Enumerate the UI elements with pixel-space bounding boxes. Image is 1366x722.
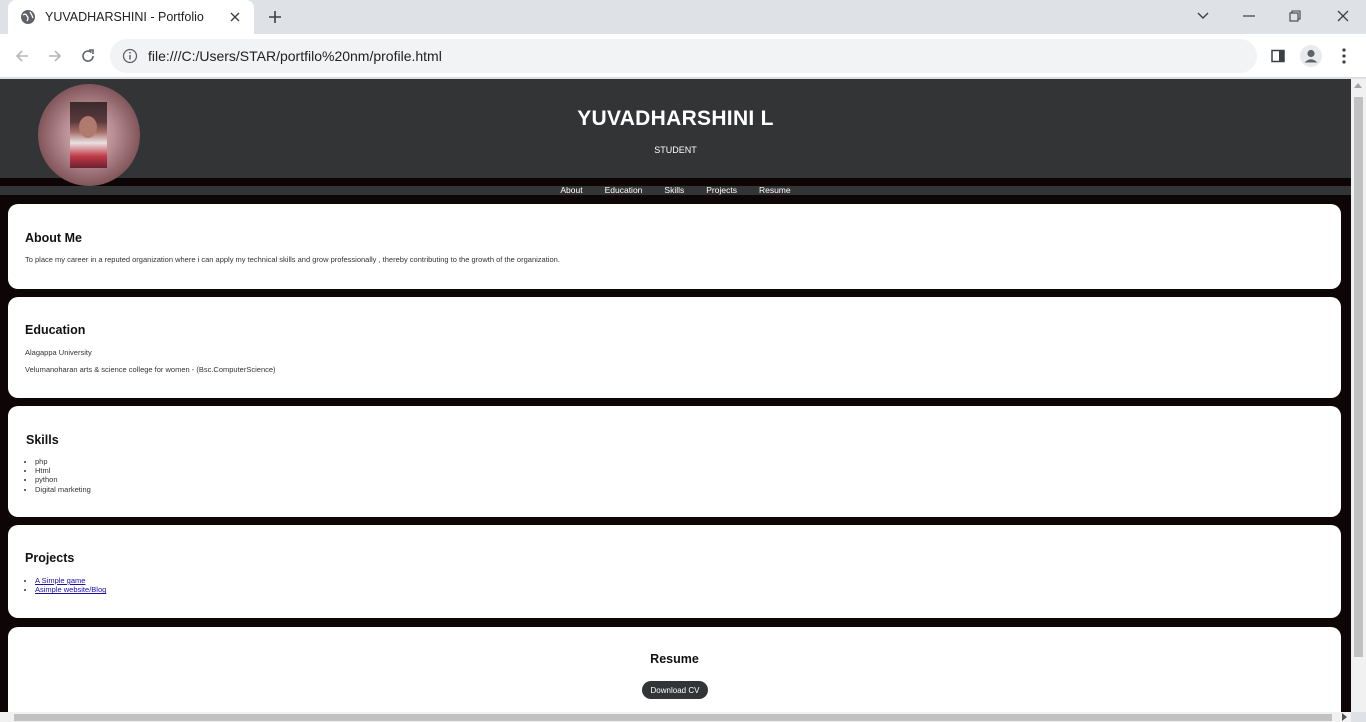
close-tab-icon[interactable] bbox=[226, 8, 244, 26]
nav-about[interactable]: About bbox=[560, 186, 582, 195]
vertical-scrollbar[interactable] bbox=[1351, 79, 1366, 712]
skills-list: php Html python Digital marketing bbox=[25, 457, 91, 494]
address-bar[interactable]: file:///C:/Users/STAR/portfilo%20nm/prof… bbox=[110, 39, 1257, 73]
about-section: About Me To place my career in a reputed… bbox=[8, 204, 1341, 289]
globe-icon bbox=[20, 9, 36, 25]
scroll-right-arrow-icon[interactable] bbox=[1342, 713, 1347, 721]
profile-icon[interactable] bbox=[1297, 42, 1325, 70]
resume-section: Resume Download CV bbox=[8, 627, 1341, 712]
site-header: YUVADHARSHINI L STUDENT bbox=[0, 79, 1351, 186]
info-icon[interactable] bbox=[122, 48, 138, 64]
projects-section: Projects A Simple game Asimple website/B… bbox=[8, 525, 1341, 618]
nav-projects[interactable]: Projects bbox=[706, 186, 737, 195]
scroll-up-arrow-icon[interactable] bbox=[1354, 83, 1362, 88]
project-link[interactable]: Asimple website/Blog bbox=[35, 585, 106, 594]
nav-skills[interactable]: Skills bbox=[664, 186, 684, 195]
skills-section: Skills php Html python Digital marketing bbox=[8, 406, 1341, 517]
horizontal-scroll-thumb[interactable] bbox=[14, 714, 1332, 721]
skills-heading: Skills bbox=[26, 433, 59, 447]
minimize-icon[interactable] bbox=[1226, 0, 1272, 32]
resume-heading: Resume bbox=[650, 652, 699, 666]
about-heading: About Me bbox=[25, 231, 82, 245]
reload-icon[interactable] bbox=[74, 42, 102, 70]
education-heading: Education bbox=[25, 323, 86, 337]
tab-search-chevron-icon[interactable] bbox=[1180, 0, 1226, 32]
education-item: Alagappa University bbox=[25, 348, 92, 357]
education-item: Velumanoharan arts & science college for… bbox=[25, 365, 276, 374]
site-nav: About Education Skills Projects Resume bbox=[0, 186, 1351, 195]
about-text: To place my career in a reputed organiza… bbox=[25, 255, 560, 264]
project-item: Asimple website/Blog bbox=[35, 585, 106, 594]
site-role: STUDENT bbox=[654, 145, 697, 155]
projects-list: A Simple game Asimple website/Blog bbox=[25, 576, 106, 594]
projects-heading: Projects bbox=[25, 551, 75, 565]
project-item: A Simple game bbox=[35, 576, 106, 585]
skill-item: Digital marketing bbox=[35, 485, 91, 494]
vertical-scroll-thumb[interactable] bbox=[1354, 97, 1363, 657]
forward-icon[interactable] bbox=[41, 42, 69, 70]
menu-dots-icon[interactable] bbox=[1330, 42, 1358, 70]
tab-title: YUVADHARSHINI - Portfolio bbox=[45, 10, 204, 24]
skill-item: Html bbox=[35, 466, 91, 475]
avatar bbox=[38, 84, 140, 186]
project-link[interactable]: A Simple game bbox=[35, 576, 85, 585]
site-name: YUVADHARSHINI L bbox=[577, 107, 774, 130]
nav-education[interactable]: Education bbox=[605, 186, 643, 195]
side-panel-icon[interactable] bbox=[1264, 42, 1292, 70]
education-section: Education Alagappa University Velumanoha… bbox=[8, 297, 1341, 398]
browser-tab[interactable]: YUVADHARSHINI - Portfolio bbox=[8, 0, 254, 34]
download-cv-button[interactable]: Download CV bbox=[642, 681, 708, 699]
new-tab-icon[interactable] bbox=[262, 4, 288, 30]
tab-strip: YUVADHARSHINI - Portfolio bbox=[0, 0, 1366, 34]
horizontal-scrollbar[interactable] bbox=[0, 712, 1351, 722]
url-text: file:///C:/Users/STAR/portfilo%20nm/prof… bbox=[148, 48, 442, 64]
close-window-icon[interactable] bbox=[1320, 0, 1366, 32]
skill-item: php bbox=[35, 457, 91, 466]
back-icon[interactable] bbox=[8, 42, 36, 70]
page-viewport: YUVADHARSHINI L STUDENT About Education … bbox=[0, 79, 1351, 712]
nav-resume[interactable]: Resume bbox=[759, 186, 791, 195]
browser-toolbar: file:///C:/Users/STAR/portfilo%20nm/prof… bbox=[0, 34, 1366, 78]
restore-icon[interactable] bbox=[1272, 0, 1318, 32]
skill-item: python bbox=[35, 475, 91, 484]
